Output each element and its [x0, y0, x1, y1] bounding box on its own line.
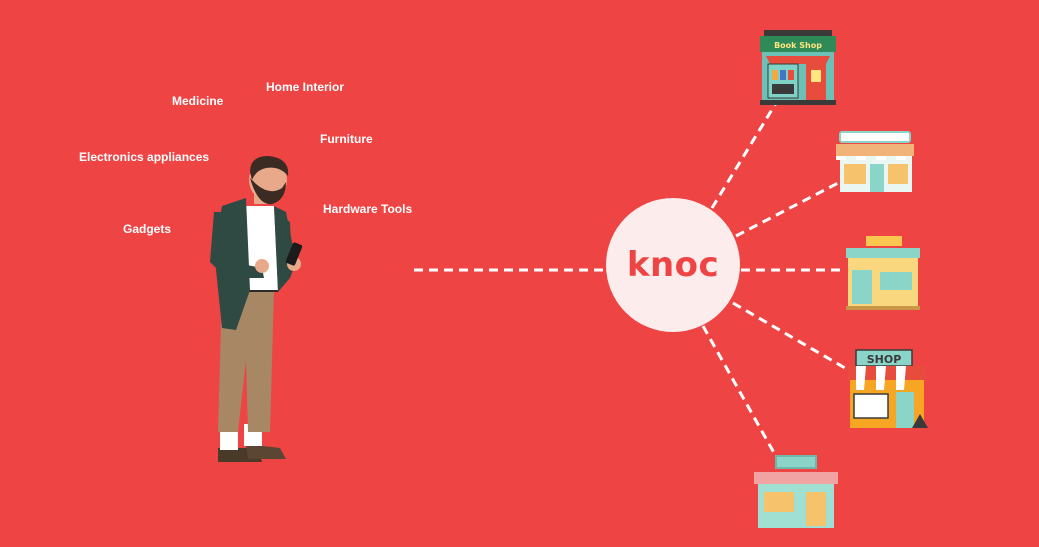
connector-hub-to-shop-5	[701, 325, 780, 461]
hub-circle[interactable]	[606, 198, 740, 332]
shop-icon-4[interactable]: SHOP	[848, 349, 928, 428]
connector-hub-to-shop-4	[732, 301, 846, 370]
category-electronics-appliances: Electronics appliances	[79, 150, 210, 164]
shop-icon-2[interactable]	[836, 131, 914, 192]
category-hardware-tools: Hardware Tools	[323, 202, 413, 216]
connector-hub-to-shop-2	[735, 180, 841, 238]
shop-sign-text: SHOP	[867, 353, 902, 366]
person-illustration	[210, 156, 303, 462]
category-furniture: Furniture	[320, 132, 373, 146]
category-medicine: Medicine	[172, 94, 224, 108]
shop-icon-3[interactable]	[846, 236, 920, 310]
book-shop-icon[interactable]: Book Shop	[760, 30, 836, 105]
category-gadgets: Gadgets	[123, 222, 172, 236]
diagram-canvas: Book Shop SHOP Home Interior Medicine Fu…	[0, 0, 1039, 547]
connector-hub-to-book-shop	[710, 102, 778, 209]
book-shop-sign-text: Book Shop	[774, 41, 822, 50]
shop-icon-5[interactable]	[754, 455, 838, 528]
category-home-interior: Home Interior	[266, 80, 345, 94]
